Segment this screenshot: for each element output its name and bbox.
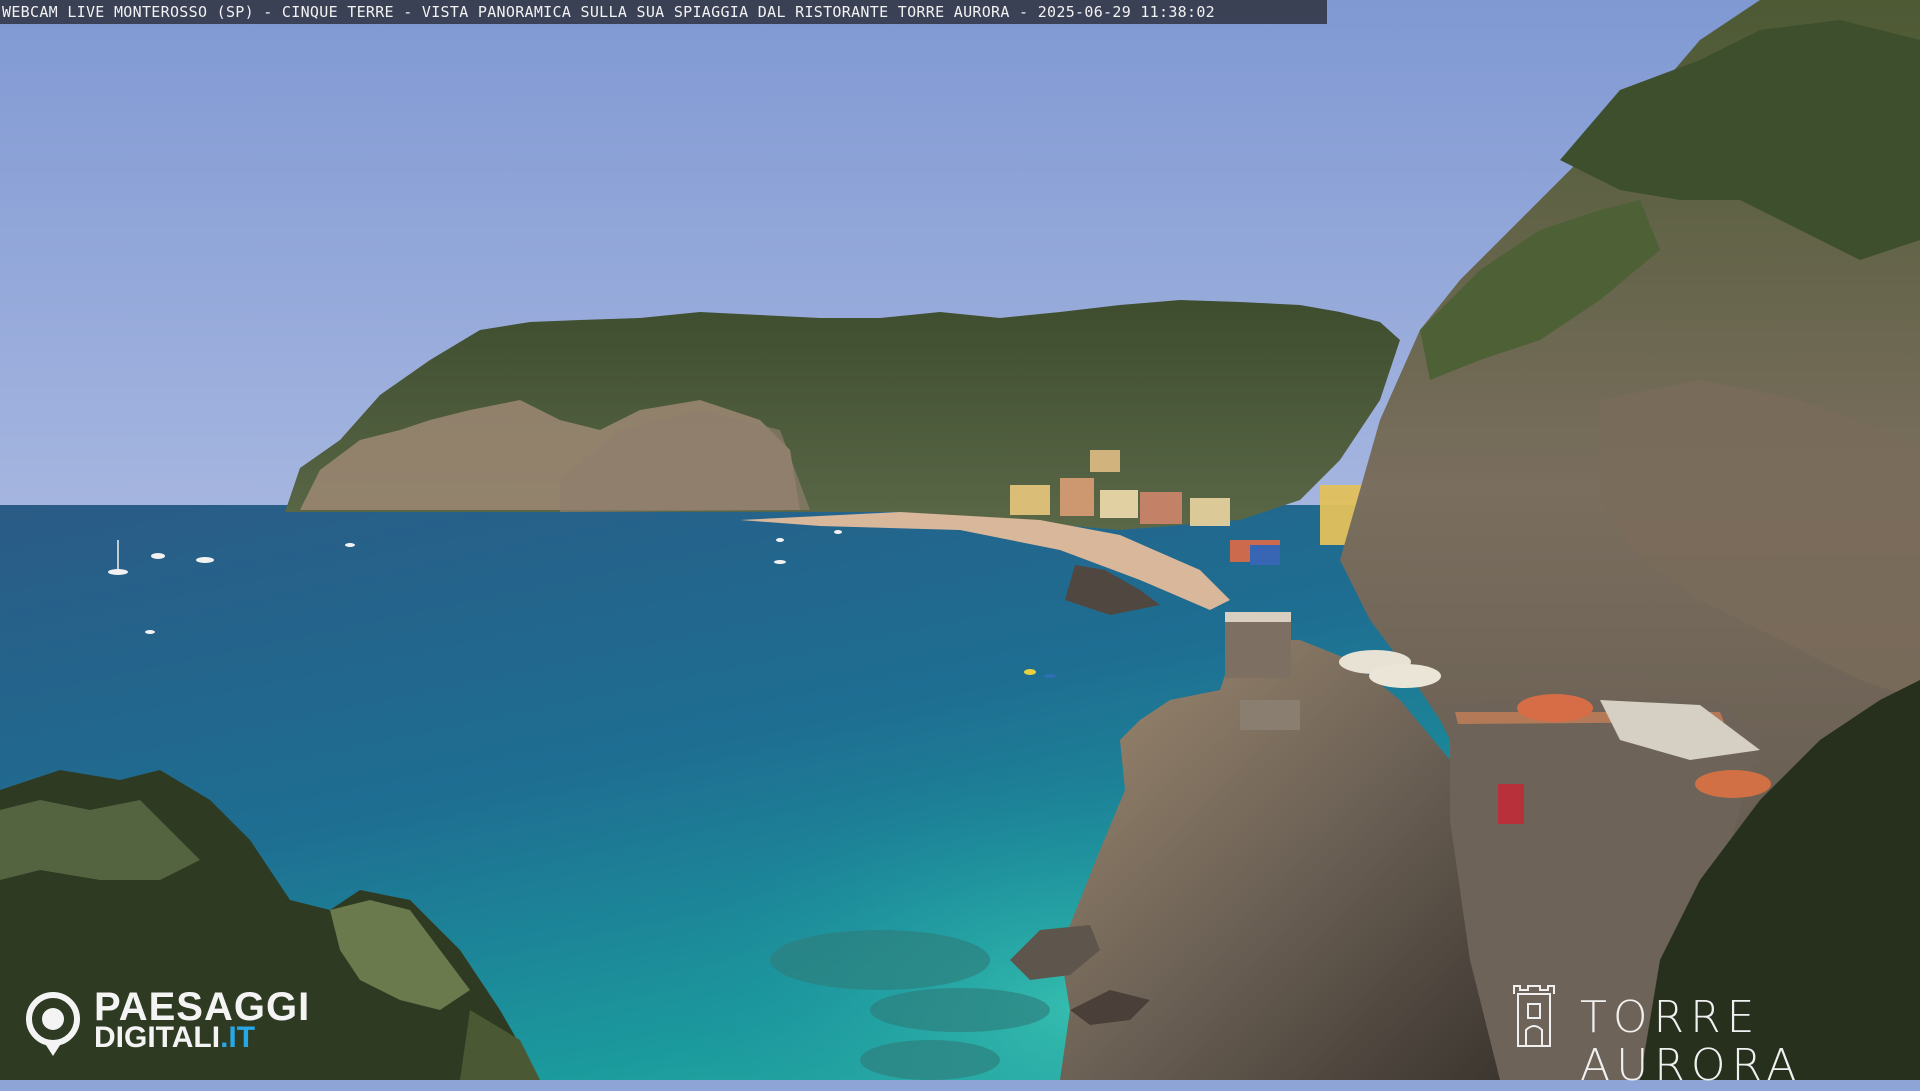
tower-icon [1513, 985, 1555, 1047]
paesaggi-digitali-logo: PAESAGGI DIGITALI.IT [26, 986, 336, 1058]
webcam-caption-bar: WEBCAM LIVE MONTEROSSO (SP) - CINQUE TER… [0, 0, 1327, 24]
logo-line2: DIGITALI.IT [94, 1021, 256, 1054]
torre-aurora-logo: TORRE AURORA [1508, 980, 1908, 1090]
torre-aurora-text: TORRE AURORA [1580, 992, 1803, 1091]
webcam-scene [0, 0, 1920, 1080]
camera-pin-icon [26, 992, 80, 1046]
